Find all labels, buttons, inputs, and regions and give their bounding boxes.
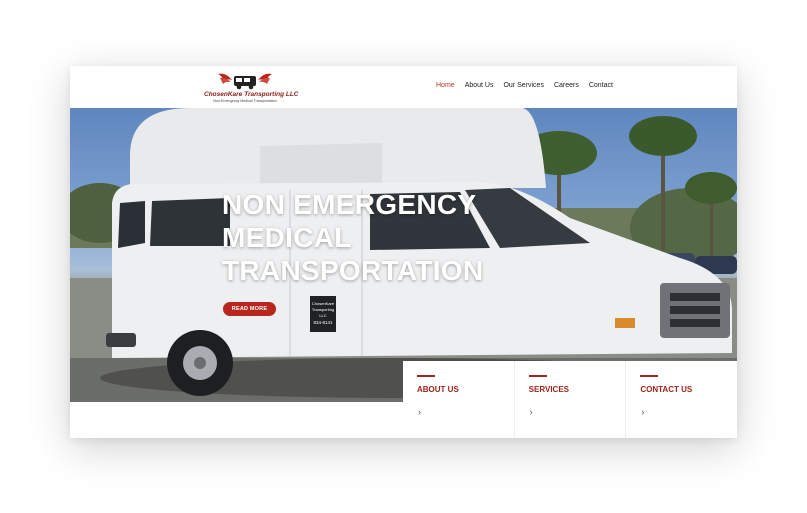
chevron-right-icon[interactable]: › <box>418 407 421 417</box>
website-frame: ChosenKare Transporting LLC Non-Emergenc… <box>70 66 737 438</box>
card-accent-bar <box>417 375 435 377</box>
hero-title-line-2: MEDICAL <box>222 222 352 253</box>
card-title: SERVICES <box>528 385 569 394</box>
nav-about-us[interactable]: About Us <box>465 82 494 89</box>
brand-logo[interactable]: ChosenKare Transporting LLC Non-Emergenc… <box>204 70 299 106</box>
van-door-text-1: ChosenKare <box>312 301 335 306</box>
main-nav: Home About Us Our Services Careers Conta… <box>436 82 613 89</box>
brand-tagline: Non-Emergency Medical Transportation <box>213 99 277 103</box>
card-accent-bar <box>528 375 547 377</box>
van-door-text-3: LLC <box>319 313 326 318</box>
hero-title-line-1: NON EMERGENCY <box>222 189 477 220</box>
card-accent-bar <box>640 375 659 377</box>
van-door-text-4: 834-8141 <box>313 320 333 325</box>
nav-careers[interactable]: Careers <box>554 82 579 89</box>
card-about-us[interactable]: ABOUT US › <box>403 361 515 438</box>
hero-title-line-3: TRANSPORTATION <box>222 255 484 286</box>
chevron-right-icon[interactable]: › <box>530 407 533 417</box>
winged-van-logo-icon <box>218 73 272 90</box>
brand-name: ChosenKare Transporting LLC <box>204 91 299 98</box>
hero-section: ChosenKare Transporting LLC 834-8141 NON… <box>70 108 737 402</box>
card-services[interactable]: SERVICES › <box>514 361 627 438</box>
site-header: ChosenKare Transporting LLC Non-Emergenc… <box>70 66 737 108</box>
card-title: CONTACT US <box>640 385 693 394</box>
chevron-right-icon[interactable]: › <box>641 407 644 417</box>
card-title: ABOUT US <box>417 385 459 394</box>
nav-our-services[interactable]: Our Services <box>503 82 543 89</box>
info-cards: ABOUT US › SERVICES › CONTACT US › <box>403 361 737 438</box>
van-door-text-2: Transporting <box>312 307 334 312</box>
card-contact-us[interactable]: CONTACT US › <box>626 361 737 438</box>
hero-title: NON EMERGENCY MEDICAL TRANSPORTATION <box>222 188 483 287</box>
read-more-button[interactable]: READ MORE <box>223 302 276 316</box>
nav-contact[interactable]: Contact <box>589 82 613 89</box>
nav-home[interactable]: Home <box>436 82 455 89</box>
